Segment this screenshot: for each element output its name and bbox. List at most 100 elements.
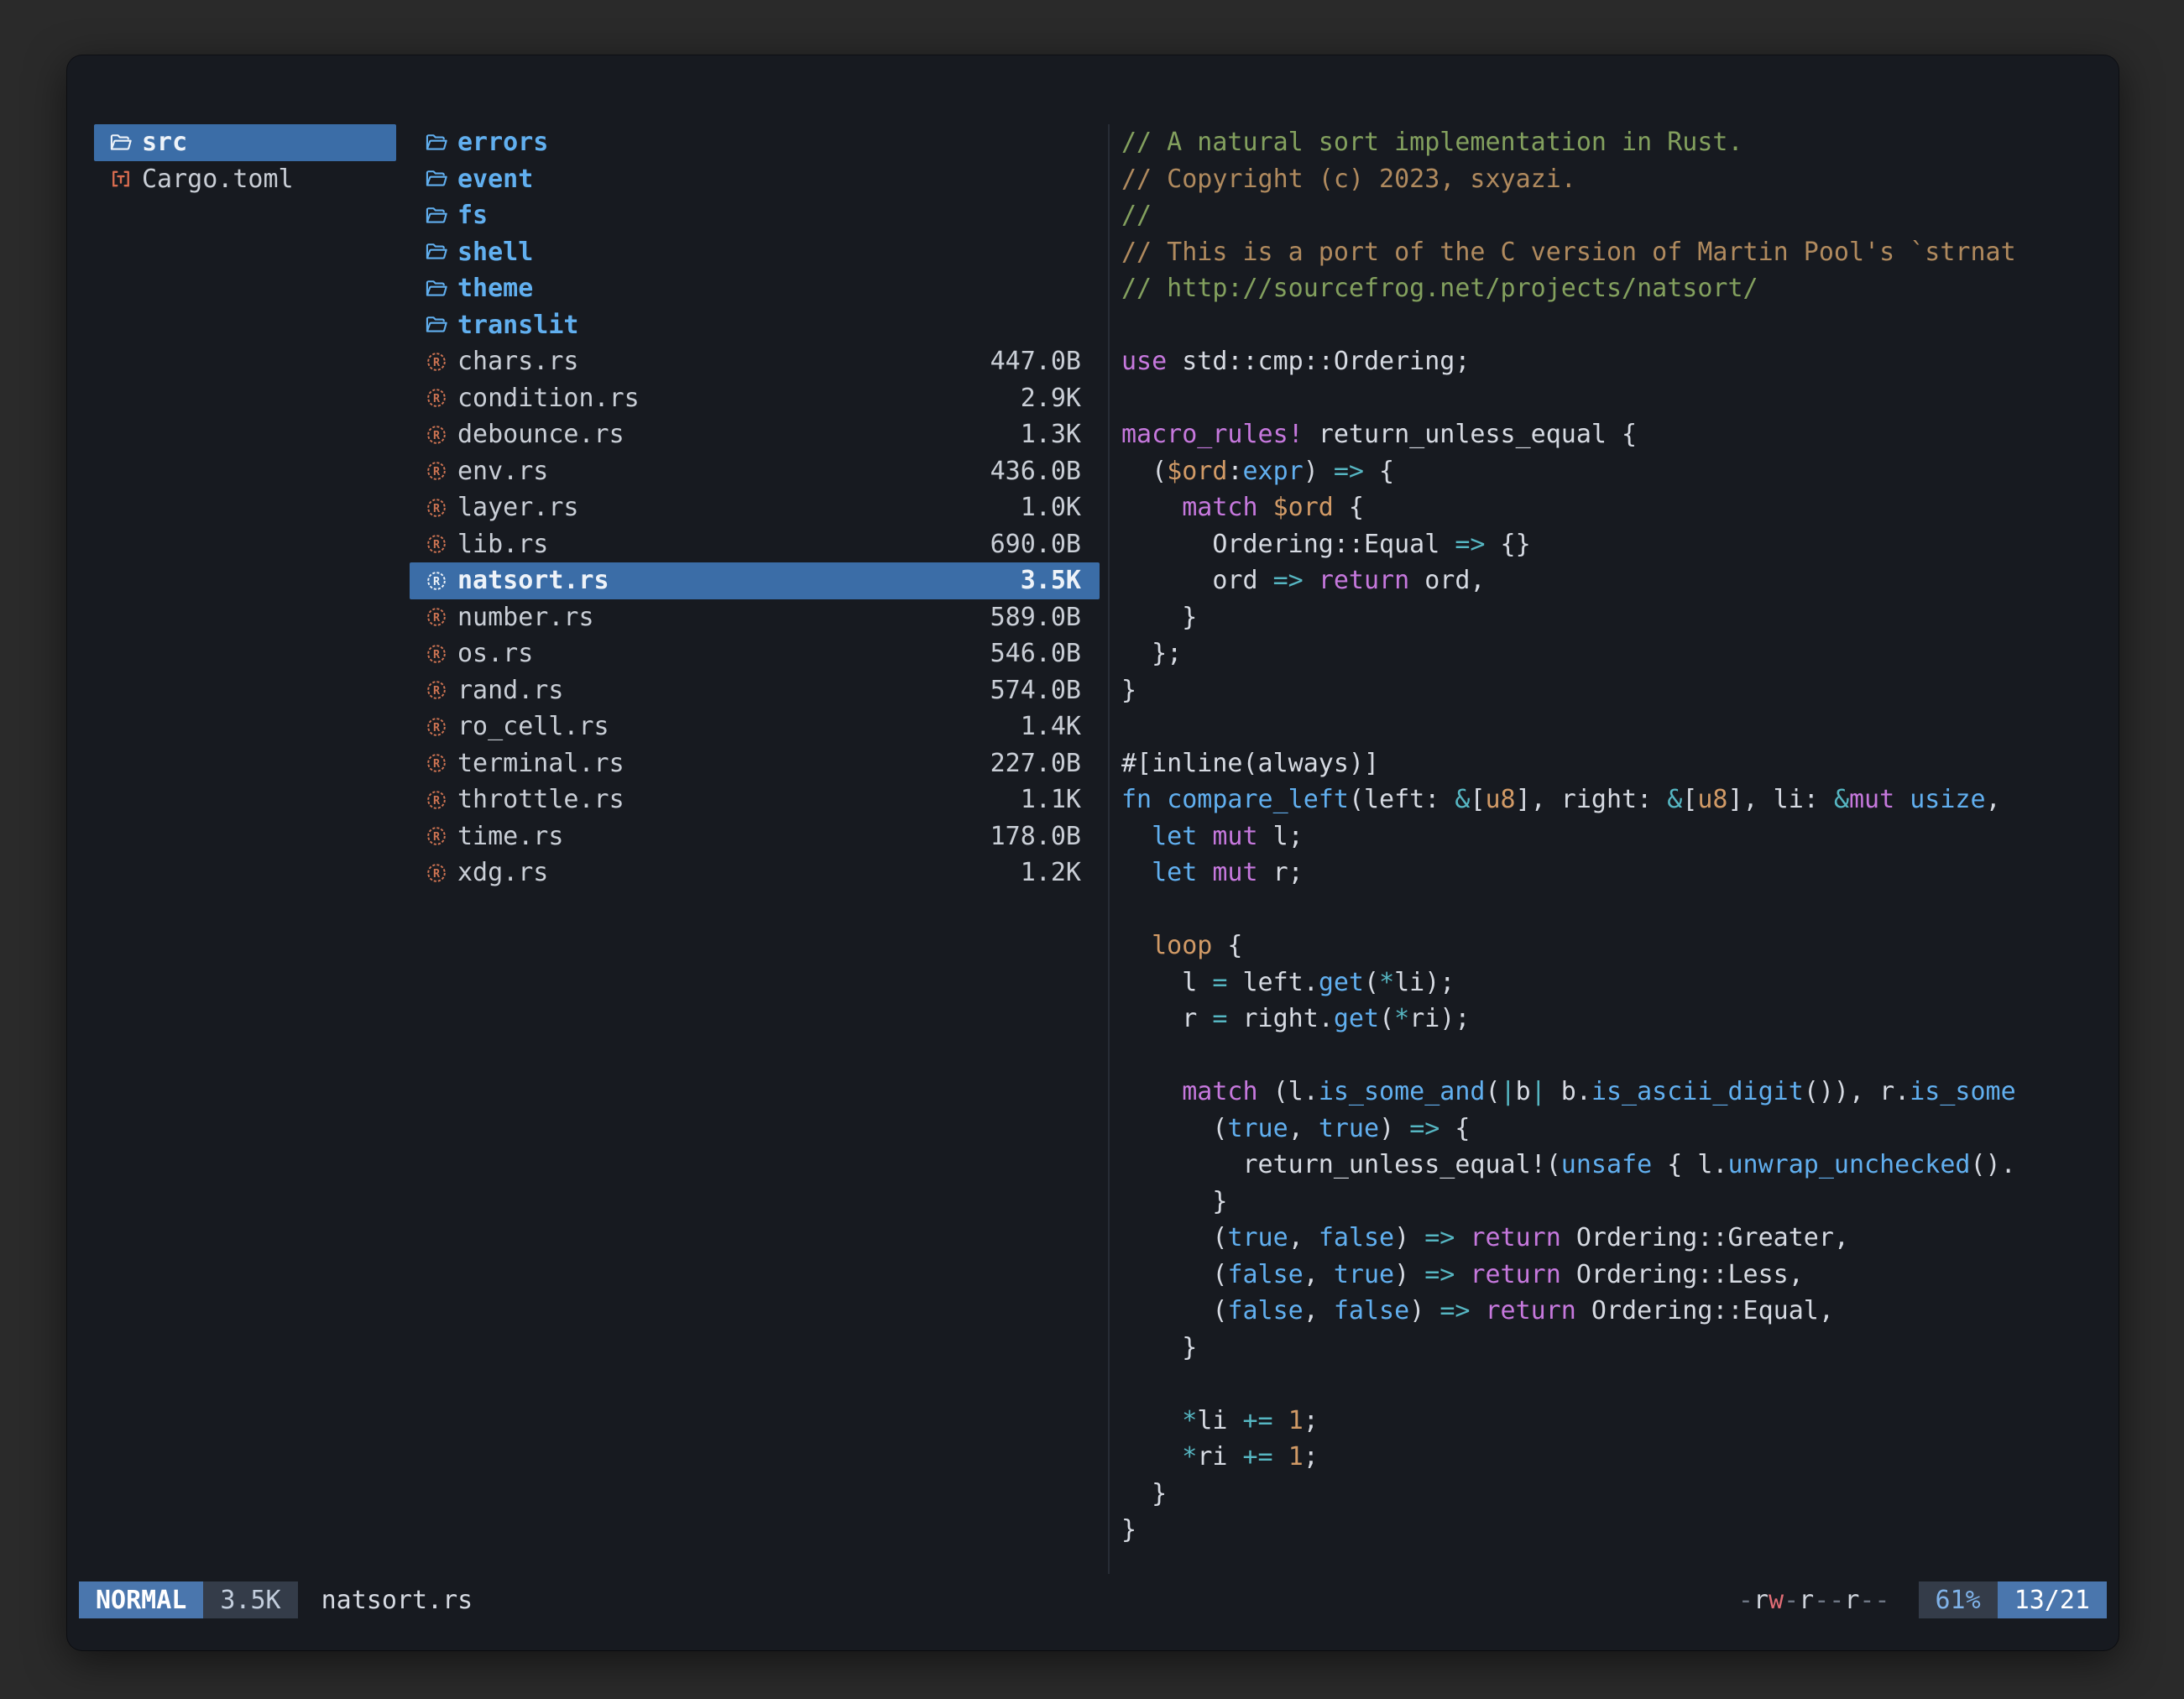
entry-name: throttle.rs: [457, 785, 624, 814]
code-line: (true, false) => return Ordering::Greate…: [1121, 1220, 2113, 1257]
cursor-position-badge: 13/21: [1998, 1581, 2107, 1618]
code-token: [: [1682, 785, 1697, 814]
code-token: l;: [1258, 822, 1304, 851]
code-token: u8: [1697, 785, 1727, 814]
code-token: ri);: [1409, 1004, 1470, 1033]
entry-size: 1.2K: [1021, 858, 1081, 887]
code-line: let mut l;: [1121, 818, 2113, 855]
folder-icon: [423, 131, 450, 154]
code-line: [1121, 1038, 2113, 1074]
file-row[interactable]: Cargo.toml: [94, 161, 396, 198]
code-token: left.: [1227, 968, 1318, 997]
code-token: true: [1319, 1114, 1379, 1143]
dir-row[interactable]: shell: [410, 234, 1100, 271]
code-token: return: [1470, 1223, 1560, 1252]
entry-name: terminal.rs: [457, 749, 624, 778]
file-row[interactable]: Rro_cell.rs1.4K: [410, 708, 1100, 745]
file-row[interactable]: Rcondition.rs2.9K: [410, 380, 1100, 417]
code-line: *ri += 1;: [1121, 1439, 2113, 1476]
file-row[interactable]: Rterminal.rs227.0B: [410, 745, 1100, 782]
code-token: [1121, 493, 1182, 522]
file-row[interactable]: Rlayer.rs1.0K: [410, 489, 1100, 526]
parent-pane[interactable]: src Cargo.toml: [94, 124, 396, 197]
dir-row[interactable]: src: [94, 124, 396, 161]
code-token: return_unless_equal!(: [1121, 1150, 1561, 1179]
file-row[interactable]: Ros.rs546.0B: [410, 635, 1100, 672]
code-token: ()), r.: [1804, 1077, 1910, 1106]
file-row[interactable]: Rnatsort.rs3.5K: [410, 562, 1100, 599]
code-token: }: [1121, 1515, 1136, 1545]
entry-size: 1.3K: [1021, 420, 1081, 449]
code-line: };: [1121, 635, 2113, 672]
code-line: // This is a port of the C version of Ma…: [1121, 234, 2113, 271]
code-token: ord,: [1409, 566, 1485, 595]
entry-size: 589.0B: [990, 603, 1081, 632]
status-right-group: -rw-r--r-- 61% 13/21: [1738, 1581, 2107, 1618]
file-row[interactable]: Rchars.rs447.0B: [410, 343, 1100, 380]
code-token: [1121, 1077, 1182, 1106]
file-row[interactable]: Rxdg.rs1.2K: [410, 855, 1100, 891]
code-token: ], li:: [1728, 785, 1834, 814]
code-token: [1121, 1442, 1182, 1472]
entry-name: event: [457, 165, 533, 194]
code-token: use: [1121, 347, 1167, 376]
svg-text:R: R: [433, 576, 441, 588]
code-line: }: [1121, 1184, 2113, 1221]
rust-file-icon: R: [423, 423, 450, 447]
code-token: b: [1516, 1077, 1531, 1106]
code-token: (l.: [1258, 1077, 1319, 1106]
code-line: }: [1121, 1476, 2113, 1513]
code-token: =>: [1455, 530, 1485, 559]
code-token: false: [1334, 1296, 1409, 1325]
code-token: 1: [1288, 1406, 1304, 1435]
code-token: // A natural sort implementation in Rust…: [1121, 128, 1743, 157]
code-token: =>: [1439, 1296, 1470, 1325]
code-line: match $ord {: [1121, 489, 2113, 526]
code-token: (: [1121, 457, 1167, 486]
entry-name: xdg.rs: [457, 858, 548, 887]
dir-row[interactable]: fs: [410, 197, 1100, 234]
dir-row[interactable]: theme: [410, 270, 1100, 307]
preview-pane[interactable]: // A natural sort implementation in Rust…: [1121, 124, 2113, 1585]
code-token: let: [1152, 822, 1197, 851]
file-row[interactable]: Rlib.rs690.0B: [410, 526, 1100, 563]
code-token: ): [1379, 1114, 1409, 1143]
code-line: // Copyright (c) 2023, sxyazi.: [1121, 161, 2113, 198]
code-token: +=: [1243, 1442, 1273, 1472]
file-row[interactable]: Rdebounce.rs 1.3K: [410, 416, 1100, 453]
permission-char: r: [1844, 1586, 1859, 1615]
code-token: #[inline(always)]: [1121, 749, 1379, 778]
code-token: =: [1212, 968, 1227, 997]
code-token: compare_left: [1167, 785, 1349, 814]
file-row[interactable]: Rtime.rs178.0B: [410, 818, 1100, 855]
code-token: }: [1121, 603, 1197, 632]
code-line: (true, true) => {: [1121, 1111, 2113, 1147]
entry-name: number.rs: [457, 603, 594, 632]
code-token: [1304, 566, 1319, 595]
file-row[interactable]: Rrand.rs574.0B: [410, 672, 1100, 709]
code-token: return: [1319, 566, 1409, 595]
file-row[interactable]: Rthrottle.rs1.1K: [410, 782, 1100, 818]
code-line: match (l.is_some_and(|b| b.is_ascii_digi…: [1121, 1074, 2113, 1111]
code-token: { l.: [1652, 1150, 1727, 1179]
code-token: match: [1182, 493, 1257, 522]
current-dir-pane[interactable]: errors event fs shellthemetranslitRchars.rs…: [410, 124, 1100, 891]
code-token: [1121, 931, 1152, 960]
code-token: Ordering::Equal,: [1576, 1296, 1834, 1325]
file-row[interactable]: Renv.rs436.0B: [410, 453, 1100, 490]
entry-name: Cargo.toml: [142, 165, 294, 194]
code-token: false: [1227, 1260, 1303, 1289]
svg-text:R: R: [433, 430, 441, 442]
dir-row[interactable]: event: [410, 161, 1100, 198]
code-token: //: [1121, 201, 1152, 230]
code-token: u8: [1486, 785, 1516, 814]
file-row[interactable]: Rnumber.rs589.0B: [410, 599, 1100, 636]
dir-row[interactable]: translit: [410, 307, 1100, 344]
code-token: (: [1121, 1260, 1227, 1289]
dir-row[interactable]: errors: [410, 124, 1100, 161]
entry-name: debounce.rs: [457, 420, 624, 449]
code-token: ;: [1304, 1406, 1319, 1435]
entry-name: fs: [457, 201, 488, 230]
code-token: 1: [1288, 1442, 1304, 1472]
code-token: b.: [1546, 1077, 1591, 1106]
